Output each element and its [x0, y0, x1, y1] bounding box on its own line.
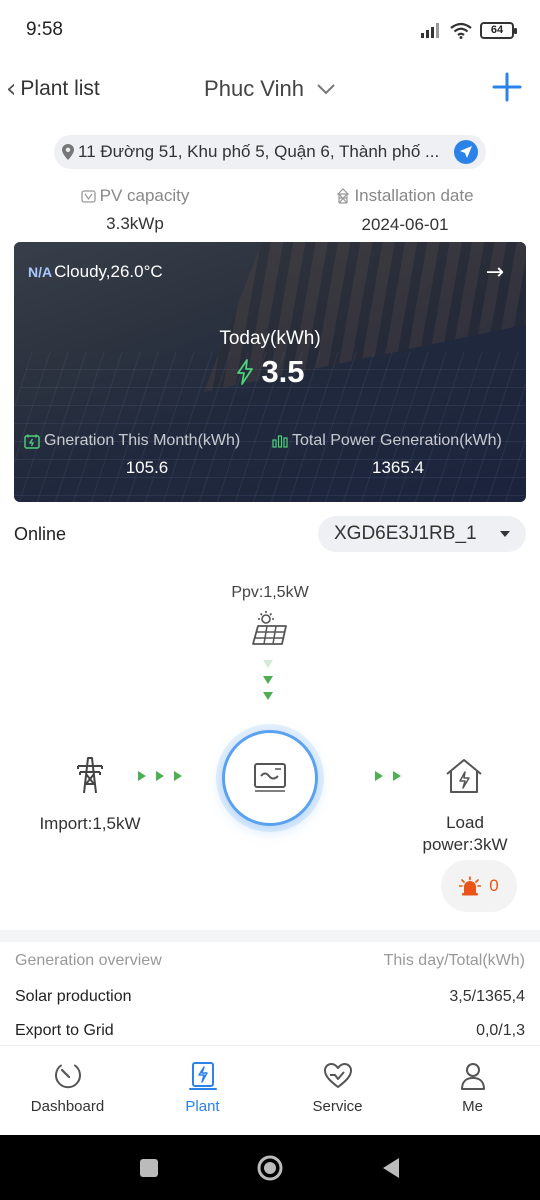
- device-select[interactable]: XGD6E3J1RB_1: [318, 516, 526, 552]
- today-label: Today(kWh): [219, 328, 321, 349]
- back-nav-button[interactable]: [381, 1157, 401, 1179]
- recent-apps-button[interactable]: [139, 1158, 159, 1178]
- total-value: 1365.4: [372, 458, 424, 477]
- back-button[interactable]: ‹ Plant list: [6, 74, 100, 104]
- grid-flow-arrows: [138, 771, 182, 781]
- arrow-right-icon[interactable]: →: [486, 260, 504, 285]
- generation-overview: Generation overview This day/Total(kWh) …: [0, 942, 540, 1048]
- signal-icon: [421, 23, 439, 38]
- solar-panel-icon: [252, 611, 287, 645]
- status-time: 9:58: [26, 19, 63, 40]
- inverter-button[interactable]: [222, 730, 318, 826]
- tab-dashboard-label: Dashboard: [30, 1098, 105, 1115]
- import-label: Import:1,5kW: [39, 814, 141, 833]
- today-value: 3.5: [261, 354, 305, 389]
- weather-info: N/A Cloudy,26.0°C: [28, 262, 163, 282]
- wifi-icon: [450, 22, 472, 39]
- device-selected: XGD6E3J1RB_1: [334, 523, 477, 544]
- bottom-tab-bar: Dashboard Plant Service Me: [0, 1045, 540, 1135]
- ppv-label: Ppv:1,5kW: [231, 584, 309, 601]
- tab-service[interactable]: Service: [270, 1046, 405, 1135]
- overview-row-value: 0,0/1,3: [476, 1022, 525, 1039]
- load-flow-arrows: [375, 771, 401, 781]
- system-nav-bar: [0, 1135, 540, 1200]
- add-plant-button[interactable]: [490, 70, 524, 104]
- alarm-siren-icon: [459, 876, 482, 896]
- bar-chart-icon: [272, 435, 288, 448]
- installation-date: Installation date 2024-06-01: [270, 186, 540, 235]
- page-title: Phuc Vinh: [204, 76, 304, 101]
- lightning-icon: [237, 359, 254, 385]
- dashboard-icon: [54, 1064, 81, 1089]
- generation-banner[interactable]: N/A Cloudy,26.0°C → Today(kWh) 3.5 Gnerat…: [14, 242, 526, 502]
- plant-icon: [188, 1062, 217, 1090]
- overview-title: Generation overview: [15, 952, 162, 969]
- grid-tower-icon: [77, 757, 103, 794]
- inverter-icon: [254, 763, 286, 792]
- address-text: 11 Đường 51, Khu phố 5, Quận 6, Thành ph…: [78, 142, 440, 161]
- month-value: 105.6: [125, 458, 169, 477]
- battery-icon: 64: [480, 21, 517, 39]
- navigate-button[interactable]: [454, 140, 478, 164]
- overview-row: Solar production 3,5/1365,4: [0, 980, 540, 1014]
- user-icon: [460, 1063, 485, 1090]
- energy-flow: Ppv:1,5kW Import:1,5kW Load power:3kW 0: [0, 570, 540, 930]
- device-row: Online XGD6E3J1RB_1: [14, 516, 526, 552]
- load-power-label: Load power:3kW: [410, 812, 520, 856]
- alarm-button[interactable]: 0: [441, 860, 517, 912]
- chevron-down-icon: [317, 84, 335, 95]
- location-pin-icon: [62, 144, 74, 160]
- home-icon: [446, 759, 482, 793]
- status-bar: 9:58 64: [0, 0, 540, 60]
- tab-dashboard[interactable]: Dashboard: [0, 1046, 135, 1135]
- alarm-count: 0: [489, 876, 499, 895]
- load-label-line2: power:3kW: [422, 835, 508, 854]
- overview-row-label: Export to Grid: [15, 1022, 114, 1039]
- back-label: Plant list: [20, 77, 100, 100]
- overview-unit: This day/Total(kWh): [383, 952, 525, 969]
- load-label-line1: Load: [446, 813, 484, 832]
- tab-me[interactable]: Me: [405, 1046, 540, 1135]
- tab-service-label: Service: [312, 1098, 363, 1115]
- caret-down-icon: [500, 531, 510, 537]
- total-generation: Total Power Generation(kWh) 1365.4: [272, 432, 524, 478]
- pv-flow-arrows: [263, 660, 273, 700]
- navigation-arrow-icon: [460, 146, 472, 158]
- pv-capacity-value: 3.3kWp: [106, 213, 164, 233]
- total-label: Total Power Generation(kWh): [292, 432, 502, 449]
- pv-capacity: PV capacity 3.3kWp: [0, 186, 270, 235]
- overview-row: Export to Grid 0,0/1,3: [0, 1014, 540, 1048]
- installation-date-label: Installation date: [354, 186, 474, 205]
- pv-capacity-label: PV capacity: [99, 186, 190, 205]
- section-divider: [0, 930, 540, 942]
- plant-info: PV capacity 3.3kWp Installation date 202…: [0, 186, 540, 235]
- month-label: Gneration This Month(kWh): [44, 432, 241, 449]
- installation-icon: [337, 188, 350, 204]
- address-bar[interactable]: 11 Đường 51, Khu phố 5, Quận 6, Thành ph…: [54, 135, 486, 169]
- today-generation: 3.5: [14, 354, 526, 390]
- tab-plant[interactable]: Plant: [135, 1046, 270, 1135]
- weather-na: N/A: [28, 264, 53, 280]
- plant-selector[interactable]: Phuc Vinh: [204, 76, 336, 102]
- pv-capacity-icon: [80, 189, 96, 203]
- month-generation: Gneration This Month(kWh) 105.6: [24, 432, 270, 478]
- overview-row-label: Solar production: [15, 988, 132, 1005]
- online-status: Online: [14, 523, 67, 544]
- installation-date-value: 2024-06-01: [361, 215, 449, 234]
- tab-plant-label: Plant: [185, 1098, 220, 1115]
- overview-row-value: 3,5/1365,4: [449, 988, 525, 1005]
- service-icon: [323, 1063, 352, 1088]
- top-nav: ‹ Plant list Phuc Vinh: [0, 64, 540, 114]
- home-button[interactable]: [256, 1154, 284, 1182]
- overview-header: Generation overview This day/Total(kWh): [0, 942, 540, 980]
- status-icons: 64: [420, 21, 517, 39]
- chevron-left-icon: ‹: [6, 74, 17, 104]
- tab-me-label: Me: [462, 1098, 483, 1115]
- calendar-icon: [24, 434, 40, 449]
- weather-text: Cloudy,26.0°C: [54, 262, 163, 281]
